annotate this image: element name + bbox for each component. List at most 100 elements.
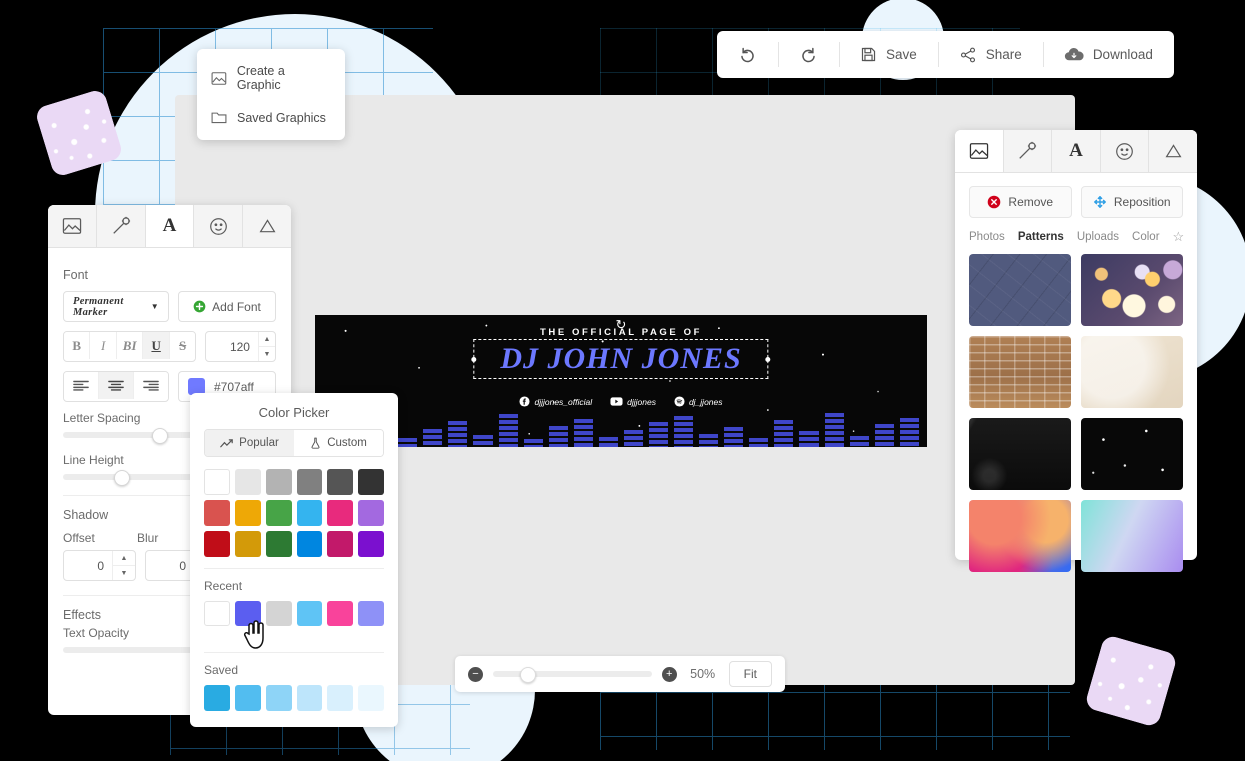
social-youtube: djjjones bbox=[610, 396, 656, 407]
swatch[interactable] bbox=[234, 530, 261, 557]
download-button[interactable]: Download bbox=[1042, 31, 1174, 78]
artboard-title-selection[interactable]: DJ JOHN JONES bbox=[471, 339, 771, 379]
swatch[interactable] bbox=[265, 600, 292, 627]
tab-image[interactable] bbox=[955, 130, 1004, 172]
tab-smiley[interactable] bbox=[194, 205, 244, 247]
swatch[interactable] bbox=[204, 469, 230, 495]
align-right-button[interactable] bbox=[134, 372, 168, 399]
shadow-offset-stepper[interactable]: 0 ▲ ▼ bbox=[63, 550, 136, 581]
thumbnail-warm-gradient[interactable] bbox=[969, 500, 1071, 572]
swatch[interactable] bbox=[265, 685, 292, 712]
subtab-patterns[interactable]: Patterns bbox=[1018, 231, 1064, 243]
thumbnail-black-starry[interactable] bbox=[1081, 418, 1183, 490]
subtab-color[interactable]: Color bbox=[1132, 231, 1159, 243]
line-height-knob[interactable] bbox=[114, 470, 131, 486]
swatch[interactable] bbox=[296, 530, 323, 557]
shadow-blur-value[interactable]: 0 bbox=[146, 551, 194, 580]
align-left-button[interactable] bbox=[64, 372, 99, 399]
font-size-stepper[interactable]: 120 ▲ ▼ bbox=[205, 331, 276, 362]
text-icon: A bbox=[1069, 140, 1083, 161]
offset-label: Offset bbox=[63, 531, 95, 545]
artboard[interactable]: ↻ THE OFFICIAL PAGE OF DJ JOHN JONES djj… bbox=[315, 315, 927, 447]
zoom-slider[interactable] bbox=[493, 667, 652, 683]
zoom-out-button[interactable]: − bbox=[468, 666, 483, 682]
font-size-decrement[interactable]: ▼ bbox=[259, 347, 275, 361]
recent-swatch-grid bbox=[190, 593, 398, 627]
shadow-offset-value[interactable]: 0 bbox=[64, 551, 112, 580]
tab-shapes[interactable] bbox=[243, 205, 291, 247]
redo-button[interactable] bbox=[778, 31, 839, 78]
underline-button[interactable]: U bbox=[143, 332, 170, 359]
thumbnail-brick-wall[interactable] bbox=[969, 336, 1071, 408]
swatch[interactable] bbox=[327, 600, 354, 627]
menu-item-saved-graphics[interactable]: Saved Graphics bbox=[197, 101, 345, 134]
swatch[interactable] bbox=[265, 469, 292, 495]
tab-popular[interactable]: Popular bbox=[205, 430, 294, 456]
swatch[interactable] bbox=[234, 499, 261, 526]
reposition-button[interactable]: Reposition bbox=[1080, 186, 1183, 218]
swatch[interactable] bbox=[358, 469, 385, 495]
tab-shapes[interactable] bbox=[1149, 130, 1197, 172]
tab-custom[interactable]: Custom bbox=[294, 430, 383, 456]
zoom-in-button[interactable]: + bbox=[661, 666, 677, 682]
selection-handle-right[interactable] bbox=[765, 356, 771, 362]
tab-image[interactable] bbox=[48, 205, 97, 247]
swatch[interactable] bbox=[204, 530, 230, 557]
zoom-fit-button[interactable]: Fit bbox=[728, 661, 772, 687]
thumbnail-black-grunge[interactable] bbox=[969, 418, 1071, 490]
swatch[interactable] bbox=[358, 685, 385, 712]
swatch[interactable] bbox=[358, 600, 385, 627]
add-font-button[interactable]: Add Font bbox=[178, 291, 276, 322]
swatch[interactable] bbox=[234, 469, 261, 495]
swatch[interactable] bbox=[296, 685, 323, 712]
undo-icon bbox=[741, 47, 754, 63]
thumbnail-bokeh-lights[interactable] bbox=[1081, 254, 1183, 326]
shadow-offset-decrement[interactable]: ▼ bbox=[113, 566, 135, 580]
swatch[interactable] bbox=[204, 685, 230, 712]
swatch[interactable] bbox=[327, 685, 354, 712]
zoom-percent-value: 50% bbox=[690, 667, 716, 681]
tab-text[interactable]: A bbox=[1052, 130, 1101, 172]
thumbnail-beige-paper[interactable] bbox=[1081, 336, 1183, 408]
font-size-increment[interactable]: ▲ bbox=[258, 332, 275, 347]
swatch[interactable] bbox=[265, 530, 292, 557]
swatch[interactable] bbox=[358, 499, 385, 526]
swatch[interactable] bbox=[327, 499, 354, 526]
swatch[interactable] bbox=[265, 499, 292, 526]
share-button[interactable]: Share bbox=[937, 31, 1043, 78]
swatch[interactable] bbox=[296, 600, 323, 627]
swatch[interactable] bbox=[296, 499, 323, 526]
subtab-photos[interactable]: Photos bbox=[969, 231, 1005, 243]
tab-text[interactable]: A bbox=[145, 205, 195, 247]
font-size-value[interactable]: 120 bbox=[206, 332, 258, 361]
swatch[interactable] bbox=[204, 499, 230, 526]
swatch[interactable] bbox=[296, 469, 323, 495]
swatch[interactable] bbox=[327, 469, 354, 495]
font-family-select[interactable]: Permanent Marker ▼ bbox=[63, 291, 169, 322]
tab-magic-wand[interactable] bbox=[1003, 130, 1053, 172]
bold-button[interactable]: B bbox=[64, 332, 91, 359]
selection-handle-left[interactable] bbox=[471, 356, 477, 362]
zoom-slider-knob[interactable] bbox=[519, 667, 536, 683]
swatch[interactable] bbox=[327, 530, 354, 557]
thumbnail-teal-purple-gradient[interactable] bbox=[1081, 500, 1183, 572]
swatch[interactable] bbox=[204, 600, 230, 627]
remove-button[interactable]: Remove bbox=[969, 186, 1072, 218]
tab-magic-wand[interactable] bbox=[96, 205, 146, 247]
save-icon bbox=[861, 47, 876, 62]
tab-smiley[interactable] bbox=[1100, 130, 1150, 172]
italic-button[interactable]: I bbox=[90, 332, 117, 359]
strikethrough-button[interactable]: S bbox=[169, 332, 196, 359]
menu-item-create-a-graphic[interactable]: Create a Graphic bbox=[197, 55, 345, 101]
undo-button[interactable] bbox=[717, 31, 778, 78]
save-button[interactable]: Save bbox=[839, 31, 938, 78]
align-center-button[interactable] bbox=[99, 372, 134, 399]
subtab-uploads[interactable]: Uploads bbox=[1077, 231, 1119, 243]
bold-italic-button[interactable]: BI bbox=[116, 332, 144, 359]
swatch[interactable] bbox=[358, 530, 385, 557]
swatch[interactable] bbox=[234, 685, 261, 712]
shadow-offset-increment[interactable]: ▲ bbox=[113, 551, 135, 566]
thumbnail-dark-slate-texture[interactable] bbox=[969, 254, 1071, 326]
letter-spacing-knob[interactable] bbox=[152, 428, 169, 444]
star-icon[interactable]: ☆ bbox=[1173, 229, 1185, 245]
